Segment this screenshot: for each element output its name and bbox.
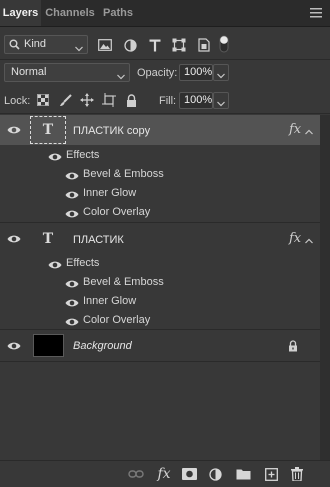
effects-visibility-eye-icon[interactable] <box>48 260 62 270</box>
shape-filter-icon[interactable] <box>171 37 187 53</box>
effect-visibility-eye-icon[interactable] <box>65 279 79 289</box>
chevron-up-icon[interactable] <box>305 235 313 244</box>
effect-inner-glow[interactable]: Inner Glow <box>83 295 136 307</box>
blend-mode-value: Normal <box>11 66 47 78</box>
fx-icon[interactable]: fx <box>289 122 301 137</box>
tab-channels[interactable]: Channels <box>43 0 97 26</box>
effect-visibility-eye-icon[interactable] <box>65 190 79 200</box>
smart-object-filter-icon[interactable] <box>196 37 212 53</box>
panel-tab-bar: Layers Channels Paths <box>0 0 330 27</box>
lock-label: Lock: <box>4 95 31 107</box>
effects-label[interactable]: Effects <box>66 257 99 269</box>
effect-visibility-eye-icon[interactable] <box>65 209 79 219</box>
tab-layers[interactable]: Layers <box>0 0 41 26</box>
tab-paths[interactable]: Paths <box>99 0 137 26</box>
chevron-up-icon[interactable] <box>305 126 313 135</box>
fx-icon[interactable]: fx <box>289 231 301 246</box>
lock-image-pixels-icon[interactable] <box>57 92 73 108</box>
visibility-eye-icon[interactable] <box>7 234 21 244</box>
adjustment-filter-icon[interactable] <box>122 37 138 53</box>
divider <box>0 361 320 362</box>
search-icon <box>9 39 20 56</box>
fill-dropdown[interactable] <box>213 92 229 109</box>
chevron-down-icon <box>75 41 83 52</box>
filter-toggle-icon[interactable] <box>217 34 231 54</box>
visibility-eye-icon[interactable] <box>7 125 21 135</box>
chevron-down-icon <box>217 98 225 110</box>
divider <box>0 329 320 330</box>
blend-mode-select[interactable]: Normal <box>4 63 130 82</box>
opacity-label: Opacity: <box>137 67 178 79</box>
layer-name[interactable]: Background <box>73 340 132 352</box>
layers-panel: Layers Channels Paths Kind Normal Opacit… <box>0 0 330 487</box>
add-mask-icon[interactable] <box>181 466 197 482</box>
lock-artboard-icon[interactable] <box>101 92 117 108</box>
layers-bottom-toolbar: fx <box>0 460 330 487</box>
background-layer-thumbnail[interactable] <box>33 334 64 357</box>
effect-color-overlay[interactable]: Color Overlay <box>83 206 150 218</box>
divider <box>0 222 320 223</box>
layer-plastik[interactable]: T ПЛАСТИК fx Effects Bevel & Emboss Inne… <box>0 224 320 328</box>
layer-plastik-copy[interactable]: T ПЛАСТИК copy fx Effects Bevel & Emboss… <box>0 115 320 222</box>
delete-layer-icon[interactable] <box>289 466 305 482</box>
type-filter-icon[interactable] <box>147 37 163 53</box>
opacity-input[interactable]: 100% <box>179 64 213 81</box>
layer-row[interactable]: T ПЛАСТИК fx <box>0 224 320 254</box>
divider <box>0 59 330 60</box>
layers-scrollbar[interactable] <box>320 115 330 460</box>
layer-background[interactable]: Background <box>0 331 320 361</box>
divider <box>0 113 330 114</box>
lock-transparent-pixels-icon[interactable] <box>35 92 51 108</box>
effect-color-overlay[interactable]: Color Overlay <box>83 314 150 326</box>
filter-kind-label: Kind <box>24 38 47 50</box>
new-layer-icon[interactable] <box>263 466 279 482</box>
filter-kind-select[interactable]: Kind <box>4 35 88 54</box>
lock-all-icon[interactable] <box>123 92 139 108</box>
panel-menu-icon[interactable] <box>310 8 322 18</box>
visibility-eye-icon[interactable] <box>7 341 21 351</box>
link-layers-icon[interactable] <box>128 466 144 482</box>
effect-visibility-eye-icon[interactable] <box>65 171 79 181</box>
effect-inner-glow[interactable]: Inner Glow <box>83 187 136 199</box>
type-layer-thumbnail-icon[interactable]: T <box>30 225 66 253</box>
effect-visibility-eye-icon[interactable] <box>65 298 79 308</box>
fill-label: Fill: <box>159 95 177 107</box>
new-group-icon[interactable] <box>235 466 251 482</box>
layer-row[interactable]: T ПЛАСТИК copy fx <box>0 115 320 145</box>
layer-locked-icon <box>288 340 298 355</box>
layer-name[interactable]: ПЛАСТИК <box>73 234 124 246</box>
image-filter-icon[interactable] <box>97 37 113 53</box>
new-adjustment-icon[interactable] <box>207 466 223 482</box>
chevron-down-icon <box>117 69 125 80</box>
effects-label[interactable]: Effects <box>66 149 99 161</box>
type-layer-thumbnail-icon[interactable]: T <box>30 116 66 144</box>
effect-visibility-eye-icon[interactable] <box>65 317 79 327</box>
lock-position-icon[interactable] <box>79 92 95 108</box>
fill-input[interactable]: 100% <box>179 92 213 109</box>
opacity-dropdown[interactable] <box>213 64 229 81</box>
effect-bevel-emboss[interactable]: Bevel & Emboss <box>83 168 164 180</box>
chevron-down-icon <box>217 70 225 82</box>
effect-bevel-emboss[interactable]: Bevel & Emboss <box>83 276 164 288</box>
effects-visibility-eye-icon[interactable] <box>48 152 62 162</box>
layer-name[interactable]: ПЛАСТИК copy <box>73 125 150 137</box>
add-style-icon[interactable]: fx <box>156 466 172 482</box>
